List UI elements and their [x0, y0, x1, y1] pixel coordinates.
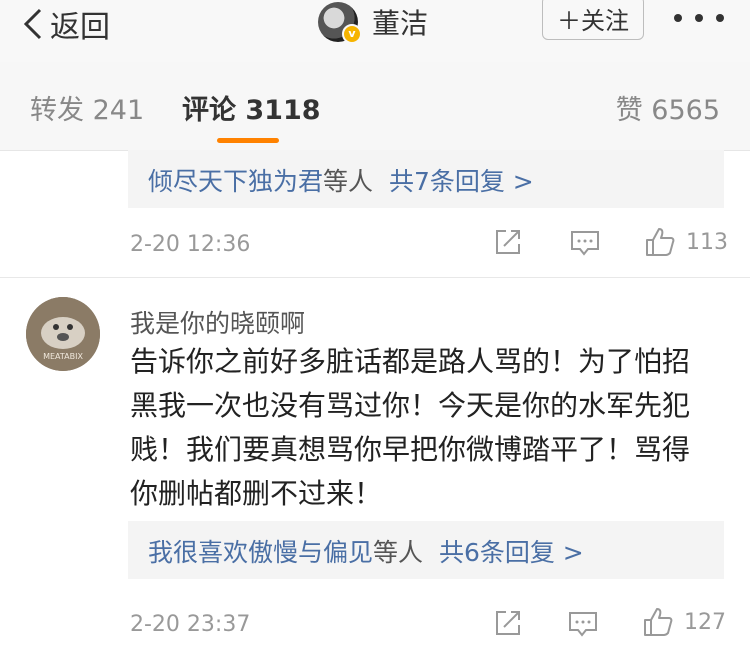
reply-preview[interactable]: 我很喜欢傲慢与偏见等人 共6条回复 >	[128, 521, 724, 579]
reply-preview-text: 倾尽天下独为君等人 共7条回复 >	[148, 162, 534, 198]
reply-preview[interactable]: 倾尽天下独为君等人 共7条回复 >	[128, 150, 724, 208]
active-tab-indicator	[217, 138, 279, 143]
reply-others: 等人	[373, 538, 424, 567]
tab-bar: 转发 241 评论 3118 赞 6565	[0, 62, 750, 151]
back-label: 返回	[50, 10, 110, 45]
top-nav-bar: 返回 v 董洁 ＋关注	[0, 0, 750, 63]
thumbs-up-icon	[646, 228, 675, 256]
comment-time: 2-20 23:37	[130, 612, 251, 637]
comment-text: 告诉你之前好多脏话都是路人骂的！为了怕招黑我一次也没有骂过你！今天是你的水军先犯…	[130, 345, 691, 510]
like-button[interactable]: 113	[644, 226, 728, 258]
svg-text:MEATABIX: MEATABIX	[43, 352, 83, 361]
repost-icon[interactable]	[494, 609, 522, 637]
like-button[interactable]: 127	[642, 606, 726, 638]
reply-names[interactable]: 我很喜欢傲慢与偏见	[148, 538, 373, 567]
avatar[interactable]: MEATABIX	[26, 297, 100, 371]
tab-repost[interactable]: 转发 241	[30, 88, 144, 127]
follow-button[interactable]: ＋关注	[542, 0, 644, 40]
comment-username[interactable]: 我是你的晓颐啊	[130, 304, 305, 340]
reply-others: 等人	[323, 167, 374, 196]
more-dots-icon[interactable]	[674, 14, 724, 24]
reply-preview-text: 我很喜欢傲慢与偏见等人 共6条回复 >	[148, 533, 584, 569]
comment-time: 2-20 12:36	[130, 232, 251, 257]
like-count: 113	[686, 229, 728, 255]
profile-name[interactable]: 董洁	[372, 2, 428, 42]
avatar[interactable]: v	[318, 2, 362, 44]
profile-header[interactable]: v 董洁	[318, 0, 428, 44]
divider	[0, 277, 750, 290]
tab-comment[interactable]: 评论 3118	[182, 88, 321, 127]
comment-icon[interactable]	[570, 229, 600, 257]
back-button[interactable]: 返回	[22, 4, 110, 45]
chevron-left-icon	[23, 8, 42, 40]
thumbs-up-icon	[644, 608, 673, 636]
verified-badge-icon: v	[342, 24, 362, 44]
comment-icon[interactable]	[568, 610, 598, 638]
reply-count[interactable]: 共7条回复 >	[389, 167, 534, 196]
repost-icon[interactable]	[494, 228, 522, 256]
reply-count[interactable]: 共6条回复 >	[439, 538, 584, 567]
like-count: 127	[684, 609, 726, 635]
reply-names[interactable]: 倾尽天下独为君	[148, 167, 323, 196]
tab-like[interactable]: 赞 6565	[616, 88, 720, 127]
